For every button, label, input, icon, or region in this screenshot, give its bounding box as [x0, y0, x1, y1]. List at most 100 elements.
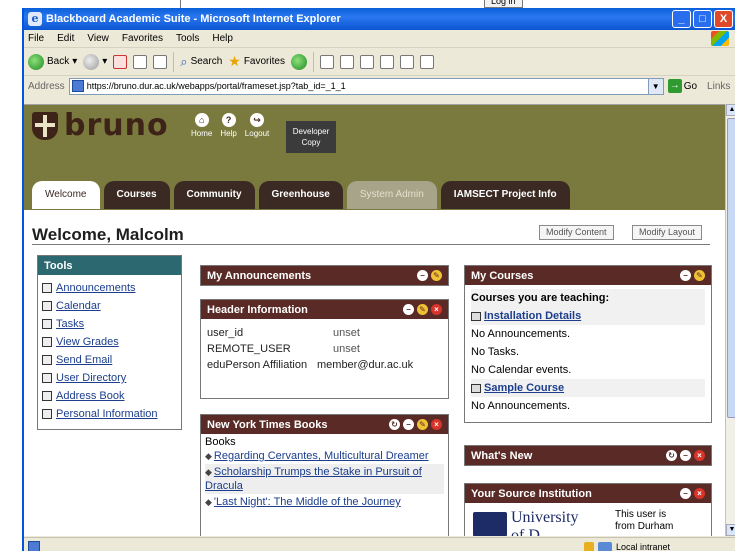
favorites-button[interactable]: ★ Favorites — [228, 53, 285, 70]
refresh-icon[interactable] — [133, 54, 148, 69]
tab-system-admin[interactable]: System Admin — [346, 181, 437, 209]
tab-iamsect-project-info[interactable]: IAMSECT Project Info — [440, 181, 570, 209]
tools-item-personal-information[interactable]: Personal Information — [42, 405, 177, 423]
tab-community[interactable]: Community — [173, 181, 255, 209]
close-icon[interactable]: × — [694, 488, 705, 499]
book-link[interactable]: Scholarship Trumps the Stake in Pursuit … — [205, 466, 422, 492]
scroll-thumb[interactable] — [727, 118, 735, 418]
minimize-button[interactable]: _ — [672, 10, 691, 28]
tools-link-view-grades[interactable]: View Grades — [56, 333, 119, 351]
chevron-down-icon[interactable]: ▼ — [647, 78, 663, 94]
info-key: user_id — [207, 327, 244, 339]
tools-item-send-email[interactable]: Send Email — [42, 351, 177, 369]
tab-welcome[interactable]: Welcome — [32, 181, 100, 209]
media-icon[interactable] — [290, 53, 307, 70]
forward-button[interactable]: ▾ — [83, 53, 107, 70]
university-logo-text: University of D — [511, 509, 579, 536]
tools-link-tasks[interactable]: Tasks — [56, 315, 84, 333]
tools-link-user-directory[interactable]: User Directory — [56, 369, 126, 387]
course-icon — [471, 383, 481, 393]
tools-item-user-directory[interactable]: User Directory — [42, 369, 177, 387]
collapse-icon[interactable]: − — [680, 270, 691, 281]
menu-edit[interactable]: Edit — [57, 33, 74, 44]
close-icon[interactable]: × — [431, 419, 442, 430]
toolbar: Back ▾ ▾ ⌕ Search ★ Favorites — [24, 48, 735, 76]
collapse-icon[interactable]: − — [680, 488, 691, 499]
maximize-button[interactable]: □ — [693, 10, 712, 28]
tools-item-tasks[interactable]: Tasks — [42, 315, 177, 333]
nav-help[interactable]: ? Help — [220, 113, 237, 138]
menu-view[interactable]: View — [87, 33, 109, 44]
menu-favorites[interactable]: Favorites — [122, 33, 163, 44]
logout-icon: ↪ — [250, 113, 265, 127]
go-button[interactable]: → Go — [667, 79, 697, 93]
favorites-label: Favorites — [243, 56, 285, 67]
discuss-icon[interactable] — [399, 54, 414, 69]
tab-greenhouse[interactable]: Greenhouse — [258, 181, 343, 209]
course-link[interactable]: Sample Course — [484, 382, 564, 394]
scroll-up-icon[interactable]: ▲ — [726, 104, 735, 116]
mail-icon[interactable] — [339, 54, 354, 69]
close-button[interactable]: X — [714, 10, 733, 28]
edit-icon[interactable]: ✎ — [431, 270, 442, 281]
bullet-icon: ◆ — [205, 497, 212, 507]
address-input[interactable]: https://bruno.dur.ac.uk/webapps/portal/f… — [68, 77, 664, 95]
course-link[interactable]: Installation Details — [484, 310, 581, 322]
close-icon[interactable]: × — [694, 450, 705, 461]
divider — [32, 244, 710, 245]
address-url[interactable]: https://bruno.dur.ac.uk/webapps/portal/f… — [87, 81, 346, 91]
chevron-down-icon[interactable]: ▾ — [102, 56, 107, 67]
tools-item-view-grades[interactable]: View Grades — [42, 333, 177, 351]
edit-icon[interactable]: ✎ — [417, 419, 428, 430]
tools-link-address-book[interactable]: Address Book — [56, 387, 124, 405]
list-item: ◆ Scholarship Trumps the Stake in Pursuit… — [205, 464, 444, 494]
links-button[interactable]: Links — [707, 81, 730, 92]
stop-icon[interactable] — [113, 54, 128, 69]
menu-help[interactable]: Help — [212, 33, 233, 44]
scroll-down-icon[interactable]: ▼ — [726, 524, 735, 536]
status-zone-label: Local intranet — [616, 541, 671, 551]
close-icon[interactable]: × — [431, 304, 442, 315]
book-link[interactable]: Regarding Cervantes, Multicultural Dream… — [214, 450, 429, 462]
back-arrow-icon — [28, 53, 44, 70]
collapse-icon[interactable]: − — [403, 419, 414, 430]
refresh-icon[interactable]: ↻ — [389, 419, 400, 430]
edit-icon[interactable]: ✎ — [417, 304, 428, 315]
tools-item-address-book[interactable]: Address Book — [42, 387, 177, 405]
book-link[interactable]: 'Last Night': The Middle of the Journey — [214, 496, 401, 508]
whats-new-header: What's New ↻ − × — [465, 446, 711, 465]
edit-icon[interactable] — [379, 54, 394, 69]
messenger-icon[interactable] — [419, 54, 434, 69]
nav-home[interactable]: ⌂ Home — [191, 113, 212, 138]
search-button[interactable]: ⌕ Search — [180, 54, 222, 70]
header-info-module: Header Information − ✎ × user_id unset R… — [200, 299, 449, 399]
edit-icon[interactable]: ✎ — [694, 270, 705, 281]
address-label: Address — [28, 80, 65, 92]
tab-courses[interactable]: Courses — [103, 181, 170, 209]
tools-link-send-email[interactable]: Send Email — [56, 351, 112, 369]
collapse-icon[interactable]: − — [680, 450, 691, 461]
tools-link-announcements[interactable]: Announcements — [56, 279, 136, 297]
menu-tools[interactable]: Tools — [176, 33, 199, 44]
modify-layout-button[interactable]: Modify Layout — [632, 225, 703, 240]
chevron-down-icon[interactable]: ▾ — [72, 56, 77, 67]
header-info-table: user_id unset REMOTE_USER unset eduPerso… — [201, 319, 448, 379]
refresh-icon[interactable]: ↻ — [666, 450, 677, 461]
nav-logout[interactable]: ↪ Logout — [245, 113, 269, 138]
back-button[interactable]: Back ▾ — [28, 53, 77, 70]
tools-link-personal-information[interactable]: Personal Information — [56, 405, 158, 423]
vertical-scrollbar[interactable]: ▲ ▼ — [725, 104, 735, 536]
menu-file[interactable]: File — [28, 33, 44, 44]
modify-content-button[interactable]: Modify Content — [539, 225, 614, 240]
history-icon[interactable] — [319, 54, 334, 69]
print-icon[interactable] — [359, 54, 374, 69]
login-button[interactable]: Log in — [484, 0, 523, 8]
collapse-icon[interactable]: − — [403, 304, 414, 315]
header-info-title: Header Information — [207, 303, 308, 316]
tools-link-calendar[interactable]: Calendar — [56, 297, 101, 315]
bruno-logo[interactable]: bruno — [32, 111, 169, 141]
collapse-icon[interactable]: − — [417, 270, 428, 281]
tools-item-calendar[interactable]: Calendar — [42, 297, 177, 315]
home-icon[interactable] — [153, 54, 168, 69]
tools-item-announcements[interactable]: Announcements — [42, 279, 177, 297]
